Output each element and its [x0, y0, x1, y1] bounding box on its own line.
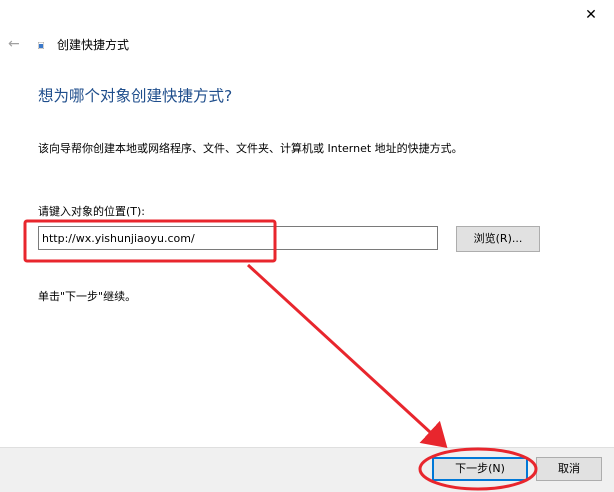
page-heading: 想为哪个对象创建快捷方式?: [38, 87, 233, 105]
location-input[interactable]: [38, 226, 438, 250]
create-shortcut-window: ✕ ← 创建快捷方式 想为哪个对象创建快捷方式? 该向导帮你创建本地或网络程序、…: [0, 0, 614, 492]
back-arrow-icon[interactable]: ←: [8, 37, 22, 51]
wizard-title: 创建快捷方式: [57, 38, 130, 52]
next-button[interactable]: 下一步(N): [432, 457, 528, 481]
cancel-button[interactable]: 取消: [536, 457, 602, 481]
shortcut-icon: [38, 42, 44, 49]
location-label: 请键入对象的位置(T):: [38, 205, 146, 218]
close-icon: ✕: [585, 7, 597, 23]
annotation-arrow: [246, 263, 448, 449]
instruction-text: 单击"下一步"继续。: [38, 290, 137, 303]
close-button[interactable]: ✕: [568, 0, 614, 30]
browse-button[interactable]: 浏览(R)...: [456, 226, 540, 252]
wizard-description: 该向导帮你创建本地或网络程序、文件、文件夹、计算机或 Internet 地址的快…: [38, 142, 463, 155]
